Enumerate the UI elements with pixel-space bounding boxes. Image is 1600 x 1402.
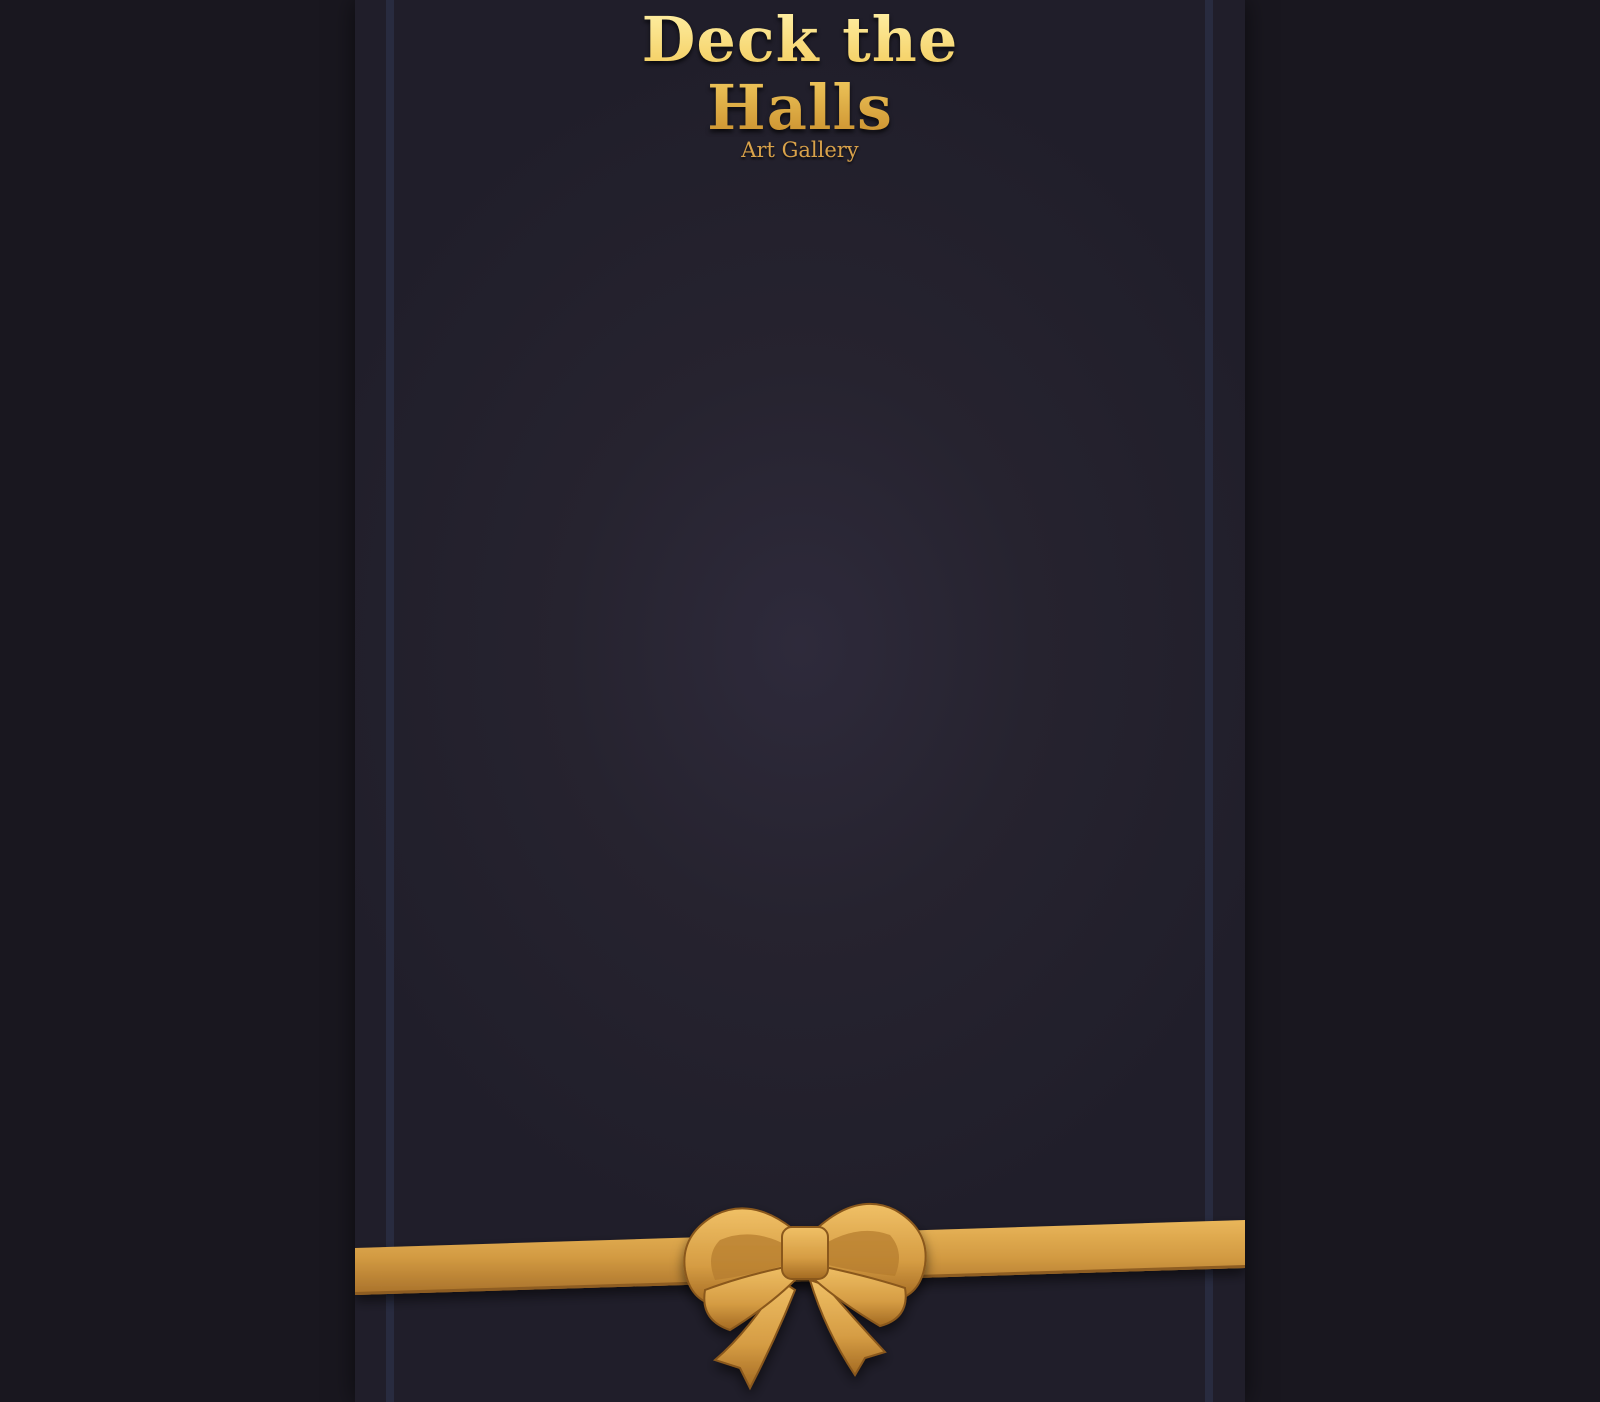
game-title: Deck the Halls [555, 6, 1045, 142]
ribbon-icon [355, 1202, 1245, 1391]
header: Deck the Halls Art Gallery [555, 0, 1045, 163]
gift-bow-icon [683, 1202, 927, 1391]
gallery-screen: Deck the Halls Art Gallery [0, 0, 1600, 1402]
